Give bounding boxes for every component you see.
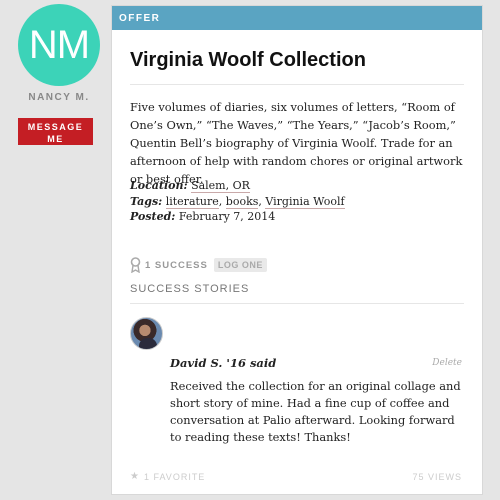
tags-label: Tags: (130, 194, 163, 208)
posted-label: Posted: (130, 210, 176, 223)
tag-separator: , (218, 194, 226, 208)
story-text: Received the collection for an original … (170, 379, 461, 444)
offer-description: Five volumes of diaries, six volumes of … (130, 100, 463, 186)
location-row: Location: Salem, OR (130, 178, 345, 194)
star-icon: ★ (130, 471, 140, 482)
offer-title: Virginia Woolf Collection (130, 49, 366, 71)
story-author-avatar[interactable] (130, 317, 163, 350)
success-count-row: 1 SUCCESS LOG ONE (130, 257, 267, 273)
tag-link[interactable]: Virginia Woolf (265, 194, 345, 209)
success-stories-heading: SUCCESS STORIES (130, 283, 250, 295)
award-ribbon-icon (130, 257, 141, 273)
posted-row: Posted: February 7, 2014 (130, 209, 345, 225)
offer-meta: Location: Salem, OR Tags: literature, bo… (130, 178, 345, 225)
tag-link[interactable]: literature (165, 194, 219, 209)
owner-name[interactable]: NANCY M. (18, 92, 100, 103)
card-type-header: OFFER (112, 6, 482, 30)
tags-row: Tags: literature, books, Virginia Woolf (130, 194, 345, 210)
offer-card: OFFER Virginia Woolf Collection Five vol… (111, 5, 483, 495)
message-button[interactable]: MESSAGE ME (18, 118, 93, 145)
view-count: 75 VIEWS (412, 472, 462, 482)
title-divider (130, 84, 464, 85)
story-author: David S. '16 said (170, 356, 277, 370)
location-label: Location: (130, 179, 188, 192)
log-one-button[interactable]: LOG ONE (213, 258, 267, 272)
delete-story-link[interactable]: Delete (432, 358, 462, 368)
posted-date: February 7, 2014 (178, 210, 276, 223)
favorite-button[interactable]: ★ 1 FAVORITE (130, 471, 205, 482)
location-link[interactable]: Salem, OR (191, 179, 250, 193)
favorite-count: 1 FAVORITE (143, 471, 206, 482)
stories-divider (130, 303, 464, 304)
tag-link[interactable]: books (225, 194, 259, 209)
success-count: 1 SUCCESS (145, 259, 208, 271)
owner-avatar[interactable]: NM (18, 4, 100, 86)
